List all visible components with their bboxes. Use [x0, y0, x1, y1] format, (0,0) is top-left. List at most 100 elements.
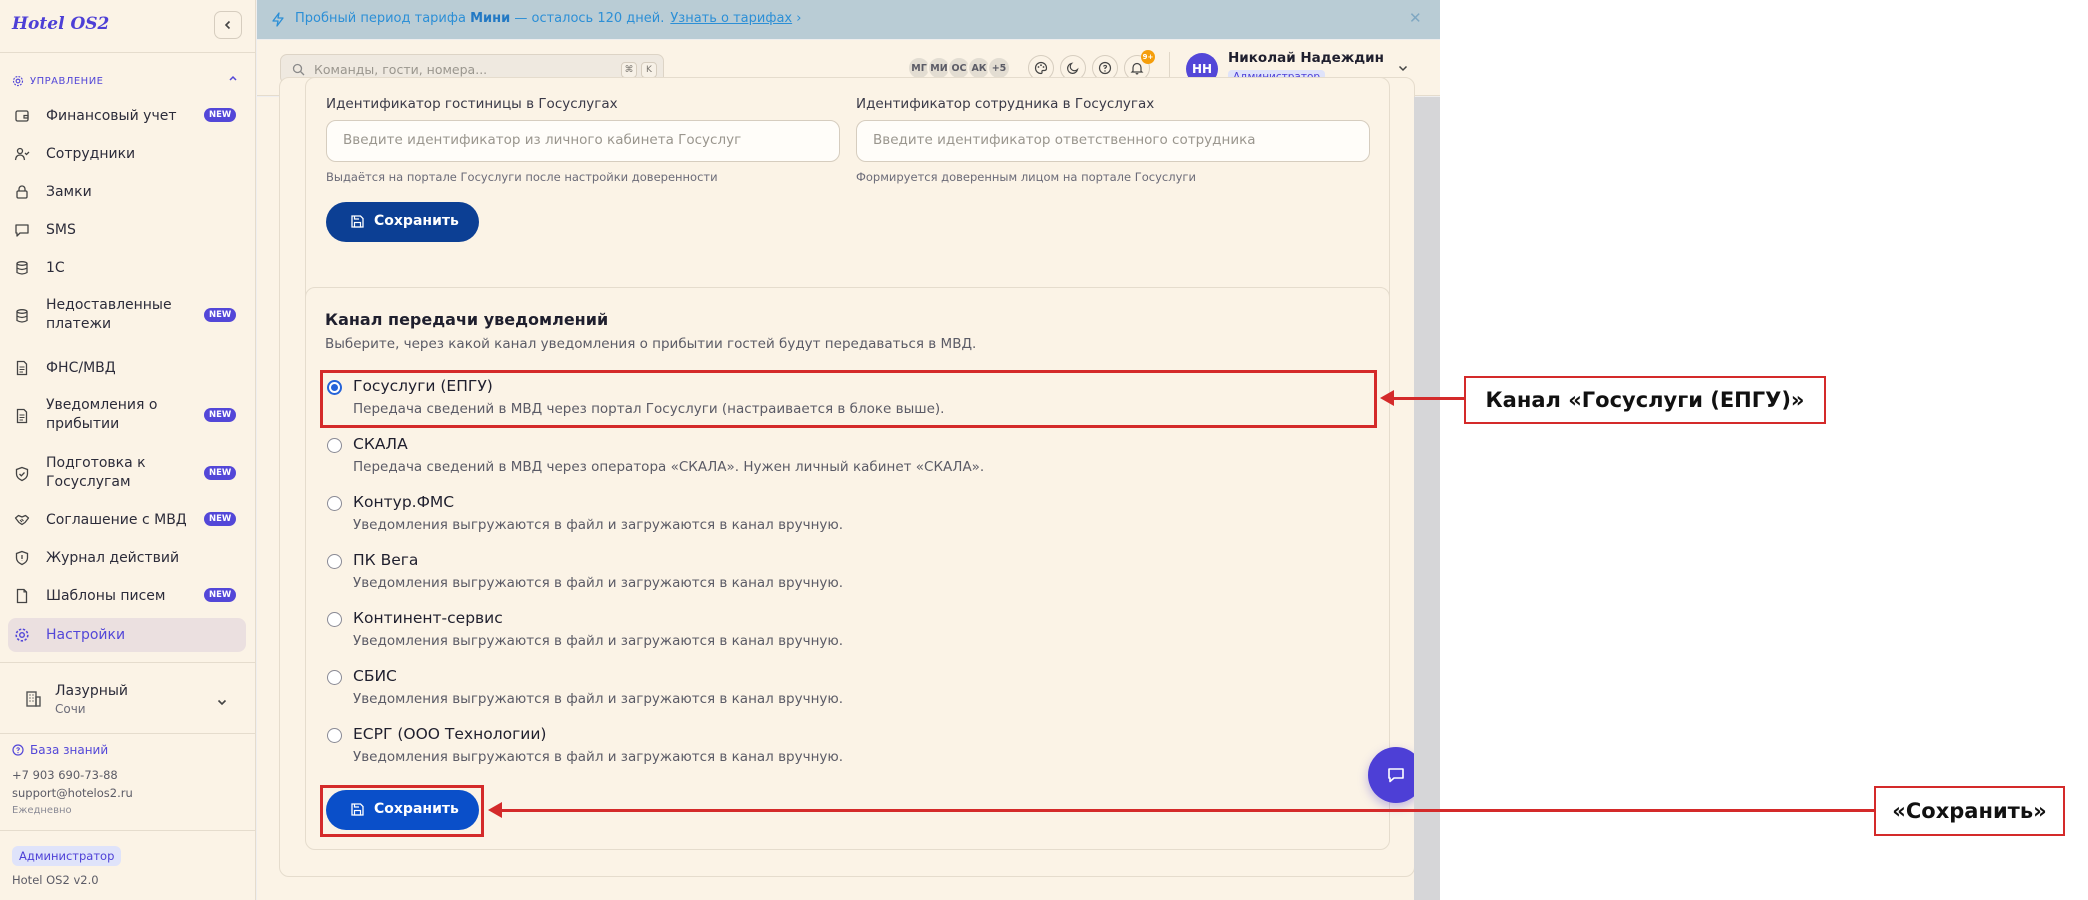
knowledge-base-link[interactable]: База знаний [12, 743, 108, 757]
sidebar-item-label: Соглашение с МВД [46, 511, 187, 528]
app-version: Hotel OS2 v2.0 [12, 873, 99, 887]
palette-icon [1034, 61, 1048, 75]
document-icon [14, 408, 30, 424]
scrollbar[interactable] [1414, 97, 1440, 900]
support-phone[interactable]: +7 903 690-73-88 [12, 768, 118, 782]
sidebar-item-7[interactable]: ФНС/МВД [8, 352, 246, 384]
sidebar-item-9[interactable]: Подготовка к Госуслугам NEW [8, 448, 246, 500]
channel-option-description: Уведомления выгружаются в файл и загружа… [353, 691, 844, 707]
new-badge: NEW [204, 308, 237, 322]
main-content: Идентификатор гостиницы в Госуслугах Вве… [257, 77, 1440, 900]
divider [0, 662, 256, 663]
collapse-sidebar-button[interactable] [214, 11, 242, 39]
sidebar-item-label: Финансовый учет [46, 107, 177, 124]
shortcut-key-k: K [641, 62, 657, 78]
channel-option-title: СКАЛА [353, 435, 408, 453]
shield-icon [14, 550, 30, 566]
document-icon [14, 360, 30, 376]
user-name[interactable]: Николай Надеждин [1228, 50, 1384, 66]
radio-button[interactable] [327, 728, 342, 743]
radio-button[interactable] [327, 496, 342, 511]
wallet-icon [14, 108, 30, 124]
radio-button[interactable] [327, 438, 342, 453]
sidebar-item-label: Уведомления о прибытии [46, 397, 158, 432]
sidebar-item-5[interactable]: 1С [8, 252, 246, 284]
sidebar-item-8[interactable]: Уведомления о прибытии NEW [8, 390, 246, 442]
hotel-id-hint: Выдаётся на портале Госуслуги после наст… [326, 170, 718, 184]
radio-button[interactable] [327, 670, 342, 685]
section-header-management[interactable]: УПРАВЛЕНИЕ [12, 75, 237, 87]
hotel-id-label: Идентификатор гостиницы в Госуслугах [326, 96, 618, 112]
file-icon [14, 588, 30, 604]
sidebar-item-1[interactable]: Финансовый учет NEW [8, 100, 246, 132]
channel-option[interactable]: Контур.ФМС Уведомления выгружаются в файл… [325, 493, 1045, 545]
sidebar-item-label: Шаблоны писем [46, 587, 166, 604]
channel-option[interactable]: ЕСРГ (ООО Технологии) Уведомления выгружа… [325, 725, 1045, 777]
sidebar-item-10[interactable]: Соглашение с МВД NEW [8, 504, 246, 536]
radio-button[interactable] [327, 554, 342, 569]
sidebar-item-label: Сотрудники [46, 145, 136, 162]
callout-channel: Канал «Госуслуги (ЕПГУ)» [1464, 376, 1826, 424]
highlight-save-button [320, 785, 484, 837]
notification-count: 9+ [1141, 50, 1155, 64]
app-logo[interactable]: Hotel OS2 [12, 14, 109, 34]
highlight-channel-option [320, 370, 1377, 428]
new-badge: NEW [204, 408, 237, 422]
divider [0, 830, 256, 831]
close-banner-icon[interactable]: ✕ [1409, 9, 1422, 27]
radio-button[interactable] [327, 612, 342, 627]
channel-option-title: Континент-сервис [353, 609, 503, 627]
channel-option[interactable]: ПК Вега Уведомления выгружаются в файл и … [325, 551, 1045, 603]
search-icon [292, 63, 305, 76]
sidebar-item-6[interactable]: Недоставленные платежи NEW [8, 290, 246, 342]
sidebar-item-2[interactable]: Сотрудники [8, 138, 246, 170]
sidebar-item-12[interactable]: Шаблоны писем NEW [8, 580, 246, 612]
employee-id-label: Идентификатор сотрудника в Госуслугах [856, 96, 1155, 112]
support-email[interactable]: support@hotelos2.ru [12, 786, 133, 800]
channel-option-description: Уведомления выгружаются в файл и загружа… [353, 575, 844, 591]
save-icon [351, 215, 364, 228]
chevron-up-icon [229, 75, 237, 81]
sidebar-item-3[interactable]: Замки [8, 176, 246, 208]
database-icon [14, 308, 30, 324]
channel-option-title: ПК Вега [353, 551, 419, 569]
new-badge: NEW [204, 108, 237, 122]
sidebar-item-label: Настройки [46, 626, 126, 643]
employee-id-hint: Формируется доверенным лицом на портале … [856, 170, 1196, 184]
chevron-down-icon[interactable] [1397, 62, 1409, 74]
sidebar-item-label: 1С [46, 259, 65, 276]
lightning-icon [272, 12, 284, 27]
chat-icon [1388, 768, 1404, 783]
hotel-switcher[interactable]: Лазурный Сочи [12, 676, 244, 726]
gear-icon [12, 75, 24, 87]
employee-id-input[interactable]: Введите идентификатор ответственного сот… [856, 120, 1370, 162]
sidebar-item-11[interactable]: Журнал действий [8, 542, 246, 574]
new-badge: NEW [204, 588, 237, 602]
pricing-link[interactable]: Узнать о тарифах [670, 11, 792, 26]
callout-save: «Сохранить» [1874, 786, 2065, 836]
banner-suffix: — осталось 120 дней. [514, 11, 665, 26]
channel-option[interactable]: СБИС Уведомления выгружаются в файл и заг… [325, 667, 1045, 719]
new-badge: NEW [204, 466, 237, 480]
sidebar-item-label: Недоставленные платежи [46, 297, 172, 332]
channel-option[interactable]: СКАЛА Передача сведений в МВД через опера… [325, 435, 1045, 487]
hotel-city: Сочи [55, 702, 86, 716]
channel-option[interactable]: Континент-сервис Уведомления выгружаются … [325, 609, 1045, 661]
bell-icon [1130, 62, 1144, 75]
save-ids-button[interactable]: Сохранить [326, 202, 479, 242]
channel-title: Канал передачи уведомлений [325, 310, 609, 329]
support-schedule: Ежедневно [12, 805, 72, 816]
channel-description: Выберите, через какой канал уведомления … [325, 336, 977, 352]
sidebar-item-4[interactable]: SMS [8, 214, 246, 246]
hotel-id-input[interactable]: Введите идентификатор из личного кабинет… [326, 120, 840, 162]
channel-option-description: Уведомления выгружаются в файл и загружа… [353, 517, 844, 533]
arrow-head [488, 802, 502, 818]
gear-icon [14, 627, 30, 643]
chevron-down-icon [217, 699, 227, 706]
channel-option-title: СБИС [353, 667, 397, 685]
help-circle-icon [12, 744, 24, 756]
app-window: Hotel OS2 УПРАВЛЕНИЕ Финансовый учет NEW С… [0, 0, 1440, 900]
banner-prefix: Пробный период тарифа [295, 11, 466, 26]
sidebar-item-13[interactable]: Настройки [8, 618, 246, 652]
channel-option-title: Контур.ФМС [353, 493, 455, 511]
